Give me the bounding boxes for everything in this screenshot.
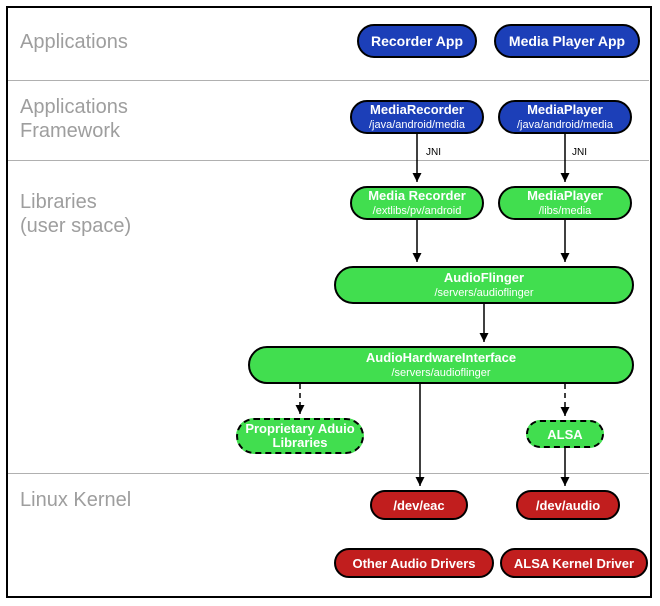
title-audiohw: AudioHardwareInterface — [366, 351, 516, 365]
title-mediarecorder-fw: MediaRecorder — [370, 103, 464, 117]
label-media-player-app: Media Player App — [509, 33, 625, 49]
section-libraries: Libraries (user space) — [20, 190, 131, 238]
node-alsa-kernel-driver: ALSA Kernel Driver — [500, 548, 648, 578]
sub-mediaplayer-fw: /java/android/media — [517, 119, 613, 131]
label-other-audio-drivers: Other Audio Drivers — [352, 556, 475, 571]
label-prop-audio-libs-l2: Libraries — [273, 436, 328, 450]
divider-3 — [8, 473, 649, 474]
node-mediaplayer-fw: MediaPlayer /java/android/media — [498, 100, 632, 134]
node-audiohw: AudioHardwareInterface /servers/audiofli… — [248, 346, 634, 384]
node-recorder-app: Recorder App — [357, 24, 477, 58]
sub-audiohw: /servers/audioflinger — [391, 367, 490, 379]
node-other-audio-drivers: Other Audio Drivers — [334, 548, 494, 578]
section-libraries-l2: (user space) — [20, 215, 131, 237]
node-mediarecorder-fw: MediaRecorder /java/android/media — [350, 100, 484, 134]
node-dev-audio: /dev/audio — [516, 490, 620, 520]
title-audioflinger: AudioFlinger — [444, 271, 524, 285]
node-media-player-app: Media Player App — [494, 24, 640, 58]
section-linux-kernel: Linux Kernel — [20, 488, 131, 512]
section-applications-framework: Applications Framework — [20, 95, 128, 143]
label-prop-audio-libs-l1: Proprietary Aduio — [245, 422, 354, 436]
title-mediaplayer-fw: MediaPlayer — [527, 103, 603, 117]
section-applications: Applications — [20, 30, 128, 54]
sub-audioflinger: /servers/audioflinger — [434, 287, 533, 299]
label-dev-audio: /dev/audio — [536, 498, 600, 513]
node-audioflinger: AudioFlinger /servers/audioflinger — [334, 266, 634, 304]
section-libraries-l1: Libraries — [20, 191, 97, 213]
title-mediaplayer-lib: MediaPlayer — [527, 189, 603, 203]
section-applications-framework-l1: Applications — [20, 96, 128, 118]
label-dev-eac: /dev/eac — [393, 498, 444, 513]
node-prop-audio-libs: Proprietary Aduio Libraries — [236, 418, 364, 454]
jni-label-left: JNI — [426, 147, 441, 158]
node-dev-eac: /dev/eac — [370, 490, 468, 520]
jni-label-right: JNI — [572, 147, 587, 158]
node-media-recorder-lib: Media Recorder /extlibs/pv/android — [350, 186, 484, 220]
node-alsa: ALSA — [526, 420, 604, 448]
label-recorder-app: Recorder App — [371, 33, 463, 49]
label-alsa-kernel-driver: ALSA Kernel Driver — [514, 556, 634, 571]
title-media-recorder-lib: Media Recorder — [368, 189, 466, 203]
divider-1 — [8, 80, 649, 81]
sub-mediarecorder-fw: /java/android/media — [369, 119, 465, 131]
divider-2 — [8, 160, 649, 161]
section-applications-framework-l2: Framework — [20, 120, 120, 142]
label-alsa: ALSA — [547, 427, 582, 442]
node-mediaplayer-lib: MediaPlayer /libs/media — [498, 186, 632, 220]
sub-mediaplayer-lib: /libs/media — [539, 205, 592, 217]
sub-media-recorder-lib: /extlibs/pv/android — [373, 205, 462, 217]
